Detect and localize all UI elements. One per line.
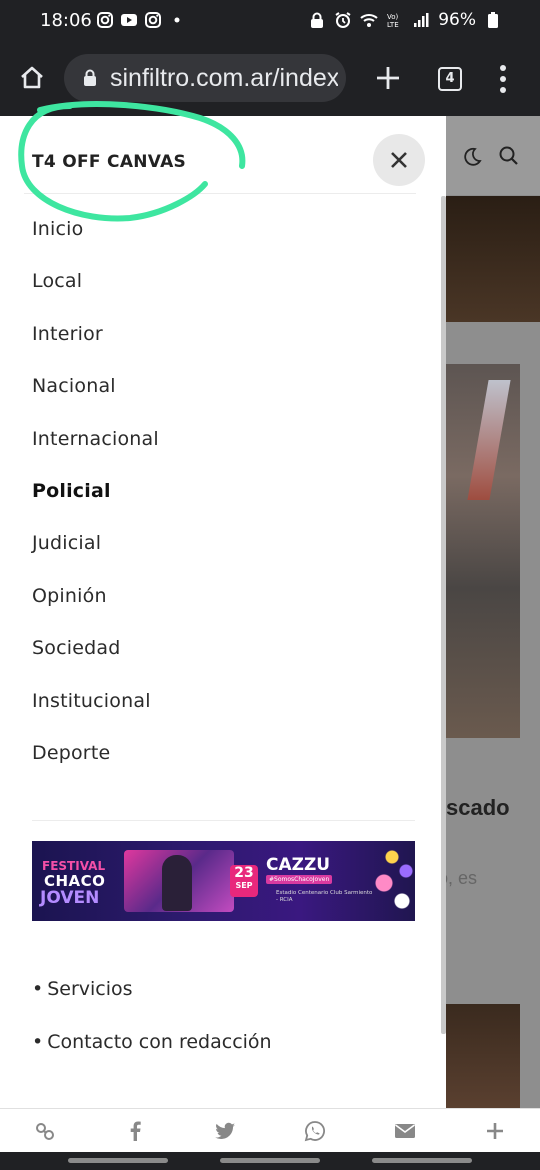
banner-artist-silhouette (162, 855, 192, 911)
address-bar[interactable]: sinfiltro.com.ar/index (64, 54, 346, 102)
banner-hashtag: #SomosChacoJoven (266, 875, 333, 884)
menu-item-nacional[interactable]: Nacional (32, 375, 159, 427)
svg-text:LTE: LTE (387, 21, 399, 29)
article-headline: scado (446, 795, 510, 820)
volte-icon: Vo)LTE (387, 13, 399, 29)
status-time: 18:06 (40, 10, 92, 31)
alarm-icon (335, 12, 351, 28)
whatsapp-icon[interactable] (304, 1120, 326, 1142)
menu-item-institucional[interactable]: Institucional (32, 690, 159, 742)
link-icon[interactable] (34, 1120, 56, 1142)
system-icons: Vo) LTE 96% (308, 10, 502, 30)
divider (32, 820, 415, 821)
article-image (446, 196, 540, 322)
link-servicios[interactable]: • Servicios (32, 978, 272, 1031)
nav-home-gesture[interactable] (220, 1158, 320, 1163)
banner-flowers-decoration (372, 841, 415, 921)
lock-icon (311, 12, 324, 28)
nav-recents-gesture[interactable] (372, 1158, 472, 1163)
home-icon (21, 66, 43, 89)
svg-text:Vo): Vo) (387, 13, 399, 21)
browser-toolbar: sinfiltro.com.ar/index 4 (0, 42, 540, 116)
home-button[interactable] (14, 60, 50, 96)
bullet: • (32, 1030, 44, 1053)
dot-icon (174, 17, 180, 23)
link-label: Contacto con redacción (47, 1030, 272, 1053)
menu-item-sociedad[interactable]: Sociedad (32, 637, 159, 689)
battery-icon (488, 12, 498, 28)
new-tab-button[interactable] (372, 62, 404, 94)
article-image (446, 1004, 520, 1108)
youtube-icon (121, 14, 137, 26)
facebook-icon[interactable] (124, 1120, 146, 1142)
share-bar (0, 1108, 540, 1152)
menu-item-opinion[interactable]: Opinión (32, 585, 159, 637)
bullet: • (32, 978, 44, 1000)
battery-percent: 96% (438, 10, 476, 30)
signal-icon (414, 13, 429, 27)
offcanvas-title: T4 OFF CANVAS (32, 152, 187, 172)
menu-item-interior[interactable]: Interior (32, 323, 159, 375)
offcanvas-links: • Servicios • Contacto con redacción (32, 978, 272, 1083)
link-contacto[interactable]: • Contacto con redacción (32, 1031, 272, 1084)
banner-venue: Estadio Centenario Club Sarmiento - RCIA (276, 890, 373, 903)
email-icon[interactable] (394, 1120, 416, 1142)
menu-item-internacional[interactable]: Internacional (32, 428, 159, 480)
offcanvas-panel: T4 OFF CANVAS Inicio Local Interior Naci… (0, 116, 446, 1108)
divider (24, 193, 416, 194)
banner-festival-text: FESTIVAL (42, 859, 106, 873)
banner-day: 23 (234, 865, 254, 881)
close-icon (391, 152, 407, 168)
plus-icon[interactable] (484, 1120, 506, 1142)
url-text: sinfiltro.com.ar/index (110, 64, 338, 92)
banner-joven-text: JOVEN (40, 888, 100, 908)
offcanvas-menu: Inicio Local Interior Nacional Internaci… (32, 218, 159, 794)
nav-back-gesture[interactable] (68, 1158, 168, 1163)
lock-icon (84, 69, 96, 86)
close-button[interactable] (373, 134, 425, 186)
overflow-menu-icon[interactable] (496, 64, 510, 94)
menu-item-judicial[interactable]: Judicial (32, 532, 159, 584)
menu-item-inicio[interactable]: Inicio (32, 218, 159, 270)
scrollbar[interactable] (441, 196, 446, 1034)
festival-banner-ad[interactable]: FESTIVAL CHACO JOVEN 23 SEP CAZZU #Somos… (32, 841, 415, 921)
twitter-icon[interactable] (214, 1120, 236, 1142)
tab-switcher-button[interactable]: 4 (438, 67, 462, 91)
notification-icons (96, 11, 186, 29)
menu-item-local[interactable]: Local (32, 270, 159, 322)
instagram-icon (97, 12, 113, 28)
system-nav-bar (0, 1152, 540, 1170)
link-label: Servicios (47, 978, 133, 1000)
banner-date-badge: 23 SEP (230, 865, 258, 897)
search-icon[interactable] (498, 145, 520, 167)
banner-artist-name: CAZZU (266, 855, 331, 875)
menu-item-policial[interactable]: Policial (32, 480, 159, 532)
banner-month: SEP (235, 881, 253, 890)
menu-item-deporte[interactable]: Deporte (32, 742, 159, 794)
wifi-icon (360, 14, 378, 27)
dark-mode-icon[interactable] (460, 146, 482, 168)
status-bar: 18:06 Vo) LTE 96% (0, 0, 540, 42)
instagram-icon (145, 12, 161, 28)
